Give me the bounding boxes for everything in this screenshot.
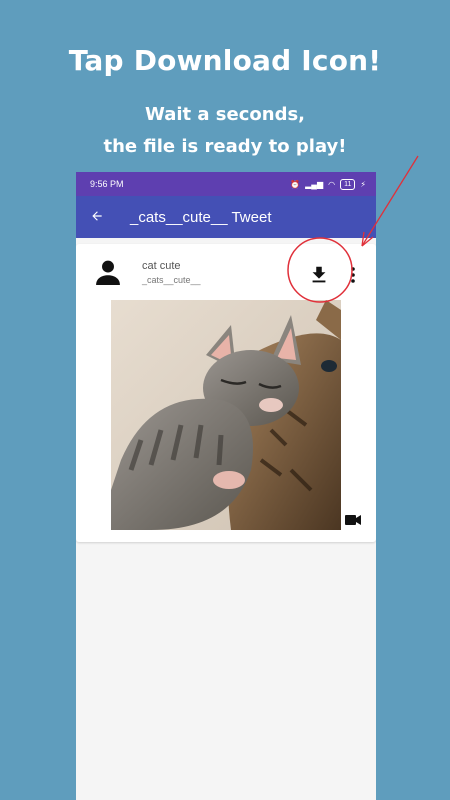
- promo-subline-1: Wait a seconds,: [144, 104, 306, 125]
- app-bar: _cats__cute__ Tweet: [76, 196, 376, 238]
- charging-icon: ⚡: [360, 179, 366, 189]
- status-icons: ⏰ ▂▄▆ ◠ 11 ⚡: [290, 178, 366, 190]
- tweet-user-handle: _cats__cute__: [142, 275, 201, 285]
- tweet-media-image[interactable]: [111, 300, 341, 530]
- phone-screen: 9:56 PM ⏰ ▂▄▆ ◠ 11 ⚡ _cats__cute__ Tweet…: [76, 172, 376, 800]
- avatar: [96, 260, 120, 285]
- arrow-back-icon[interactable]: [90, 207, 130, 228]
- signal-icon: ▂▄▆: [305, 179, 324, 189]
- tweet-user-name: cat cute: [142, 260, 181, 272]
- status-time: 9:56 PM: [90, 179, 124, 189]
- status-bar: 9:56 PM ⏰ ▂▄▆ ◠ 11 ⚡: [76, 172, 376, 196]
- promo-headline: Tap Download Icon!: [68, 44, 382, 77]
- promo-subline-2: the file is ready to play!: [103, 136, 347, 157]
- download-icon[interactable]: [308, 264, 330, 286]
- alarm-icon: ⏰: [290, 179, 301, 189]
- wifi-icon: ◠: [328, 179, 336, 189]
- tweet-card: cat cute _cats__cute__: [76, 244, 376, 542]
- more-options-icon[interactable]: [348, 266, 358, 284]
- battery-icon: 11: [340, 178, 356, 190]
- video-camera-icon: [345, 515, 361, 525]
- page-title: _cats__cute__ Tweet: [130, 208, 272, 226]
